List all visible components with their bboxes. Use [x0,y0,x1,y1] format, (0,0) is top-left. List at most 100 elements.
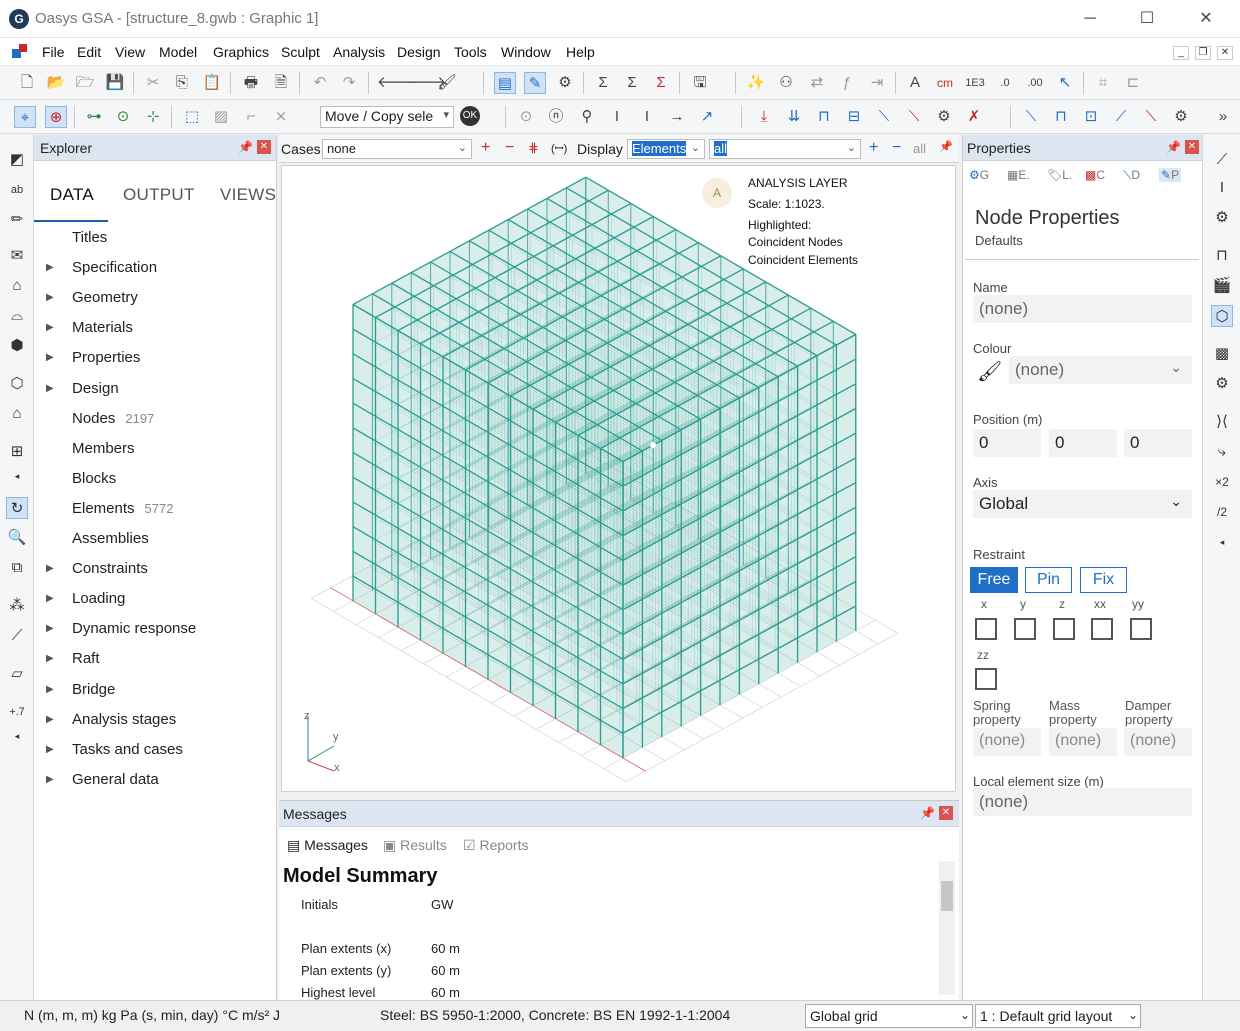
tree-item[interactable]: Elements 5772 [72,500,173,517]
result-box-icon[interactable]: ⊡ [1080,106,1102,128]
block-tool-icon[interactable]: ⬡ [6,373,28,395]
exponent-format-icon[interactable]: 1E3 [964,72,986,94]
magic-wand-icon[interactable]: ✨ [745,72,767,94]
restraint-free-button[interactable]: Free [970,567,1018,593]
tree-item[interactable]: Assemblies [72,530,149,547]
messages-scrollbar[interactable] [939,861,955,995]
tree-item[interactable]: Loading [72,590,125,607]
increase-decimals-icon[interactable]: .0 [994,72,1016,94]
tab-views[interactable]: VIEWS [220,185,276,205]
house-tool-icon[interactable]: ⌂ [6,275,28,297]
paste-icon[interactable]: 📋 [201,72,223,94]
tree-item[interactable]: Specification [72,259,157,276]
cross-icon[interactable]: ✗ [963,106,985,128]
pointer-icon[interactable]: ↖ [1054,72,1076,94]
multiply-two-icon[interactable]: ×2 [1211,471,1233,493]
zoom-node-icon[interactable]: ⊙ [112,106,134,128]
expand-arrow-icon[interactable]: ▶ [46,383,54,394]
ruler-icon[interactable]: ⊏ [1122,72,1144,94]
expand-arrow-icon[interactable]: ▶ [46,653,54,664]
nodes-view-icon[interactable]: ⁂ [6,595,28,617]
swap-icon[interactable]: ⇄ [806,72,828,94]
brush-icon[interactable]: 🖌 [436,72,458,94]
open-folder-icon[interactable]: 🗁 [74,72,96,94]
shrink-icon[interactable]: ⟩⟨ [1211,411,1233,433]
cut-icon[interactable]: ✂ [142,72,164,94]
dof-y-checkbox[interactable] [1014,618,1036,640]
units-cm-icon[interactable]: cm [934,72,956,94]
grid-layout-select[interactable]: 1 : Default grid layout ⌄ [975,1004,1141,1028]
mdi-close-button[interactable]: ✕ [1217,46,1233,60]
spring-property-select[interactable]: (none) [973,728,1041,756]
tree-item[interactable]: Properties [72,349,140,366]
close-window-button[interactable]: ✕ [1186,6,1226,32]
result-deform-icon[interactable]: ⟋ [1110,106,1132,128]
collapse-right-icon[interactable]: ◂ [1211,531,1233,553]
grid-snap-icon[interactable]: ⌗ [1092,72,1114,94]
rotate-view-icon[interactable]: ↻ [6,497,28,519]
menu-design[interactable]: Design [397,44,441,60]
results-tab[interactable]: ▣ Results [383,837,447,854]
add-node-icon[interactable]: ⊹ [142,106,164,128]
reports-tab[interactable]: ☑ Reports [463,837,528,854]
numeric-tool-icon[interactable]: +.7 [6,701,28,723]
tree-item[interactable]: Bridge [72,681,115,698]
contour-gear-icon[interactable]: ⚙ [1211,373,1233,395]
menu-model[interactable]: Model [159,44,197,60]
sum-icon[interactable]: Σ [592,72,614,94]
load-down-icon[interactable]: ⇊ [783,106,805,128]
close-properties-icon[interactable]: ✕ [1185,140,1199,154]
restraint-fix-button[interactable]: Fix [1080,567,1127,593]
zoom-view-icon[interactable]: 🔍 [6,527,28,549]
copy-icon[interactable]: ⎘ [171,72,193,94]
polygon-icon[interactable]: ▱ [6,663,28,685]
beam-label-icon[interactable]: I [606,106,628,128]
menu-graphics[interactable]: Graphics [213,44,269,60]
expand-arrow-icon[interactable]: ▶ [46,684,54,695]
cases-select[interactable]: none ⌄ [322,139,472,159]
mass-property-select[interactable]: (none) [1049,728,1117,756]
save-icon[interactable]: 💾 [104,72,126,94]
deform-icon[interactable]: ⤷ [1211,441,1233,463]
pin-icon[interactable]: 📌 [238,140,253,154]
tree-item[interactable]: Geometry [72,289,138,306]
load-point-icon[interactable]: ⤓ [753,106,775,128]
target-icon[interactable]: ⊕ [45,106,67,128]
beam-load-icon[interactable]: ⊓ [813,106,835,128]
hatch-icon[interactable]: ▨ [210,106,232,128]
redo-icon[interactable]: ↷ [338,72,360,94]
text-font-icon[interactable]: A [904,72,926,94]
arch-tool-icon[interactable]: ⌓ [6,305,28,327]
tree-item[interactable]: Dynamic response [72,620,196,637]
dof-z-checkbox[interactable] [1053,618,1075,640]
tree-item[interactable]: Nodes 2197 [72,410,154,427]
back-arrow-icon[interactable]: 🡐 [377,72,417,94]
tree-item[interactable]: Tasks and cases [72,741,183,758]
clapper-icon[interactable]: 🎬 [1211,275,1233,297]
menu-window[interactable]: Window [501,44,551,60]
measure-icon[interactable]: ⟋ [6,625,28,647]
dof-yy-checkbox[interactable] [1130,618,1152,640]
close-messages-icon[interactable]: ✕ [939,806,953,820]
position-z-field[interactable]: 0 [1124,429,1192,457]
label-tool-icon[interactable]: ab [6,179,28,201]
result-settings-icon[interactable]: ⚙ [1170,106,1192,128]
collapse-arrow-icon[interactable]: ◂ [6,465,28,487]
tree-item[interactable]: Titles [72,229,107,246]
forward-arrow-icon[interactable]: 🡒 [406,72,446,94]
element-number-icon[interactable]: I [636,106,658,128]
logo-tool-icon[interactable]: ◩ [6,149,28,171]
pin-cases-icon[interactable]: 📌 [939,140,953,153]
moment-icon[interactable]: ⟍ [903,106,925,128]
tree-item[interactable]: Materials [72,319,133,336]
diagonal-load-icon[interactable]: ⟍ [873,106,895,128]
cube-view-icon[interactable]: ⧉ [6,557,28,579]
result-moment-icon[interactable]: ⟍ [1140,106,1162,128]
wizard-icon[interactable]: ⚙ [554,72,576,94]
select-elements-icon[interactable]: ⬚ [181,106,203,128]
menu-edit[interactable]: Edit [77,44,101,60]
dof-x-checkbox[interactable] [975,618,997,640]
add-filter-icon[interactable]: + [869,139,878,157]
expand-arrow-icon[interactable]: ▶ [46,593,54,604]
grid-tool-icon[interactable]: ⊞ [6,441,28,463]
